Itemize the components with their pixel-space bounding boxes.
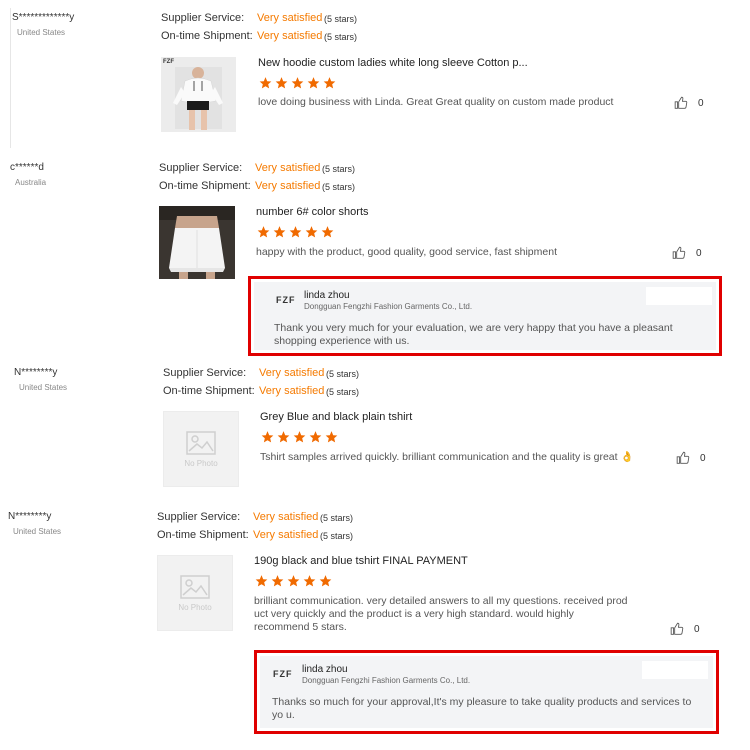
star-icon — [305, 226, 318, 238]
star-icon — [303, 575, 316, 587]
supplier-reply-text: Thanks so much for your approval,It's my… — [272, 696, 692, 721]
shipment-stars: (5 stars) — [326, 387, 360, 397]
review-comment: happy with the product, good quality, go… — [256, 246, 557, 258]
image-placeholder-icon — [180, 574, 210, 599]
shipment-stars: (5 stars) — [324, 32, 358, 42]
like-button[interactable]: 0 — [672, 246, 702, 260]
star-icon — [309, 431, 322, 443]
shipment-value: Very satisfied — [259, 385, 325, 397]
shipment-value: Very satisfied — [257, 30, 323, 42]
shipment-label: On-time Shipment: — [157, 529, 249, 541]
review-comment: brilliant communication. very detailed a… — [254, 595, 628, 633]
star-icon — [277, 431, 290, 443]
supplier-service-value: Very satisfied — [259, 367, 325, 379]
supplier-reply: FZF linda zhou Dongguan Fengzhi Fashion … — [254, 650, 719, 734]
star-icon — [275, 77, 288, 89]
shipment-value: Very satisfied — [255, 180, 321, 192]
supplier-service-label: Supplier Service: — [159, 162, 243, 174]
star-icon — [289, 226, 302, 238]
star-icon — [255, 575, 268, 587]
shipment-label: On-time Shipment: — [161, 30, 253, 42]
supplier-logo: FZF — [273, 669, 293, 679]
image-logo: FZF — [163, 59, 174, 65]
rating-stars — [256, 225, 335, 239]
supplier-reply-name: linda zhou — [302, 664, 348, 675]
review-comment: love doing business with Linda. Great Gr… — [258, 96, 614, 108]
product-image[interactable] — [159, 206, 235, 279]
no-photo-label: No Photo — [178, 602, 212, 612]
supplier-reply-text: Thank you very much for your evaluation,… — [274, 322, 673, 347]
product-title[interactable]: New hoodie custom ladies white long slee… — [258, 57, 528, 69]
supplier-service-label: Supplier Service: — [161, 12, 245, 24]
supplier-service-label: Supplier Service: — [163, 367, 247, 379]
shipment-label: On-time Shipment: — [159, 180, 251, 192]
thumbs-up-icon — [674, 96, 688, 109]
product-image-placeholder[interactable]: No Photo — [163, 411, 239, 487]
thumbs-up-icon — [676, 451, 690, 464]
supplier-service-stars: (5 stars) — [322, 164, 356, 174]
reviewer-country: United States — [13, 527, 62, 536]
star-icon — [321, 226, 334, 238]
supplier-service-stars: (5 stars) — [320, 513, 354, 523]
rating-stars — [254, 574, 333, 588]
star-icon — [259, 77, 272, 89]
star-icon — [325, 431, 338, 443]
star-icon — [257, 226, 270, 238]
supplier-reply-company: Dongguan Fengzhi Fashion Garments Co., L… — [302, 676, 471, 685]
like-count: 0 — [694, 623, 700, 635]
shipment-stars: (5 stars) — [322, 182, 356, 192]
star-icon — [271, 575, 284, 587]
reviewer-name: N********y — [14, 367, 58, 378]
reply-action-area — [646, 287, 712, 305]
supplier-service-value: Very satisfied — [257, 12, 323, 24]
shipment-stars: (5 stars) — [320, 531, 354, 541]
reviewer-country: Australia — [15, 178, 47, 187]
star-icon — [291, 77, 304, 89]
image-placeholder-icon — [186, 430, 216, 455]
review-comment: Tshirt samples arrived quickly. brillian… — [260, 451, 634, 463]
reviewer-name: N********y — [8, 511, 52, 522]
rating-stars — [260, 430, 339, 444]
like-count: 0 — [696, 247, 702, 259]
like-button[interactable]: 0 — [674, 96, 704, 110]
supplier-service-value: Very satisfied — [253, 511, 319, 523]
supplier-reply-company: Dongguan Fengzhi Fashion Garments Co., L… — [304, 302, 473, 311]
rating-stars — [258, 76, 337, 90]
like-button[interactable]: 0 — [670, 622, 700, 636]
reviewer-name: S*************y — [12, 12, 75, 23]
thumbs-up-icon — [670, 622, 684, 635]
like-button[interactable]: 0 — [676, 451, 706, 465]
like-count: 0 — [700, 452, 706, 464]
shipment-value: Very satisfied — [253, 529, 319, 541]
star-icon — [287, 575, 300, 587]
left-divider — [10, 8, 11, 148]
product-title[interactable]: 190g black and blue tshirt FINAL PAYMENT — [254, 555, 468, 567]
thumbs-up-icon — [672, 246, 686, 259]
star-icon — [307, 77, 320, 89]
star-icon — [293, 431, 306, 443]
reviewer-country: United States — [17, 28, 66, 37]
reply-action-area — [642, 661, 708, 679]
product-image[interactable]: FZF — [161, 57, 236, 132]
reviewer-country: United States — [19, 383, 68, 392]
star-icon — [323, 77, 336, 89]
supplier-service-stars: (5 stars) — [324, 14, 358, 24]
no-photo-label: No Photo — [184, 458, 218, 468]
shipment-label: On-time Shipment: — [163, 385, 255, 397]
supplier-logo: FZF — [276, 295, 296, 305]
product-title[interactable]: Grey Blue and black plain tshirt — [260, 411, 412, 423]
supplier-service-value: Very satisfied — [255, 162, 321, 174]
supplier-service-label: Supplier Service: — [157, 511, 241, 523]
supplier-service-stars: (5 stars) — [326, 369, 360, 379]
like-count: 0 — [698, 97, 704, 109]
star-icon — [319, 575, 332, 587]
product-image-placeholder[interactable]: No Photo — [157, 555, 233, 631]
product-title[interactable]: number 6# color shorts — [256, 206, 369, 218]
star-icon — [261, 431, 274, 443]
star-icon — [273, 226, 286, 238]
reviewer-name: c******d — [10, 162, 44, 173]
supplier-reply: FZF linda zhou Dongguan Fengzhi Fashion … — [248, 276, 722, 356]
supplier-reply-name: linda zhou — [304, 290, 350, 301]
